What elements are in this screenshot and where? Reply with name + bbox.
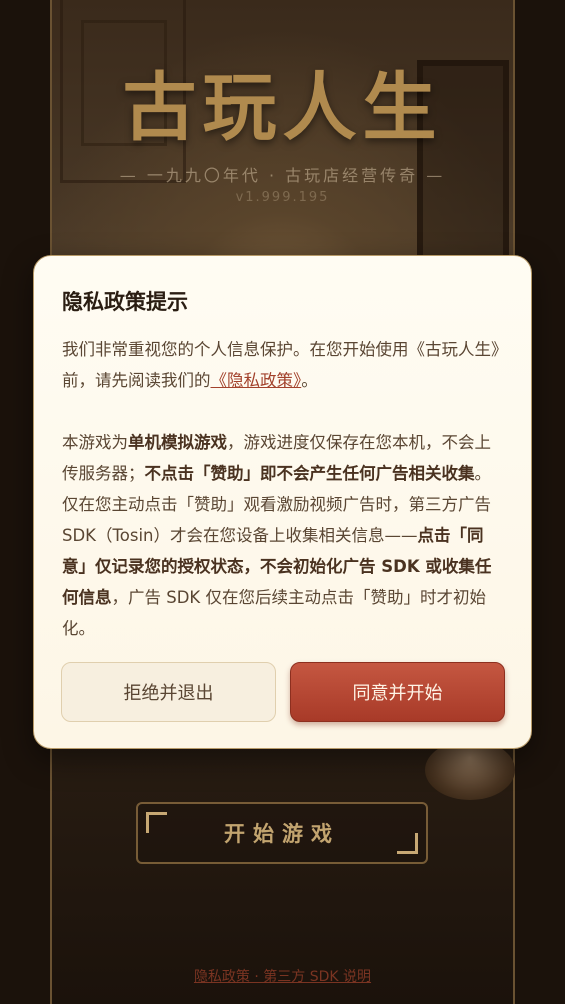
agree-start-button[interactable]: 同意并开始	[290, 662, 505, 722]
version-label: v1.999.195	[235, 190, 330, 205]
game-title-logo: 古玩人生	[122, 65, 443, 151]
game-subtitle: — 一九九〇年代 · 古玩店经营传奇 —	[119, 166, 446, 185]
corner-bracket-bottom-right	[397, 833, 418, 854]
intro-text-end: 。	[301, 371, 318, 390]
dialog-intro-paragraph: 我们非常重视您的个人信息保护。在您开始使用《古玩人生》前，请先阅读我们的《隐私政…	[62, 334, 503, 396]
start-game-button[interactable]: 开始游戏	[136, 802, 428, 864]
start-game-label: 开始游戏	[224, 822, 340, 846]
dialog-detail-paragraph: 本游戏为单机模拟游戏，游戏进度仅保存在您本机，不会上传服务器；不点击「赞助」即不…	[62, 427, 503, 644]
porcelain-bowl-decoration	[425, 740, 515, 800]
detail-bold-b: 单机模拟游戏	[128, 433, 227, 452]
corner-bracket-top-left	[146, 812, 167, 833]
dialog-title: 隐私政策提示	[62, 290, 188, 314]
privacy-sdk-links[interactable]: 隐私政策 · 第三方 SDK 说明	[0, 966, 565, 986]
privacy-policy-link[interactable]: 《隐私政策》	[211, 371, 302, 390]
dialog-button-row: 拒绝并退出 同意并开始	[61, 662, 506, 724]
detail-text-g: ，广告 SDK 仅在您后续主动点击「赞助」时才初始化。	[62, 588, 486, 638]
detail-text-a: 本游戏为	[62, 433, 128, 452]
reject-exit-button[interactable]: 拒绝并退出	[61, 662, 276, 722]
detail-bold-d: 不点击「赞助」即不会产生任何广告相关收集	[144, 464, 475, 483]
privacy-policy-dialog: 隐私政策提示 我们非常重视您的个人信息保护。在您开始使用《古玩人生》前，请先阅读…	[33, 255, 532, 749]
